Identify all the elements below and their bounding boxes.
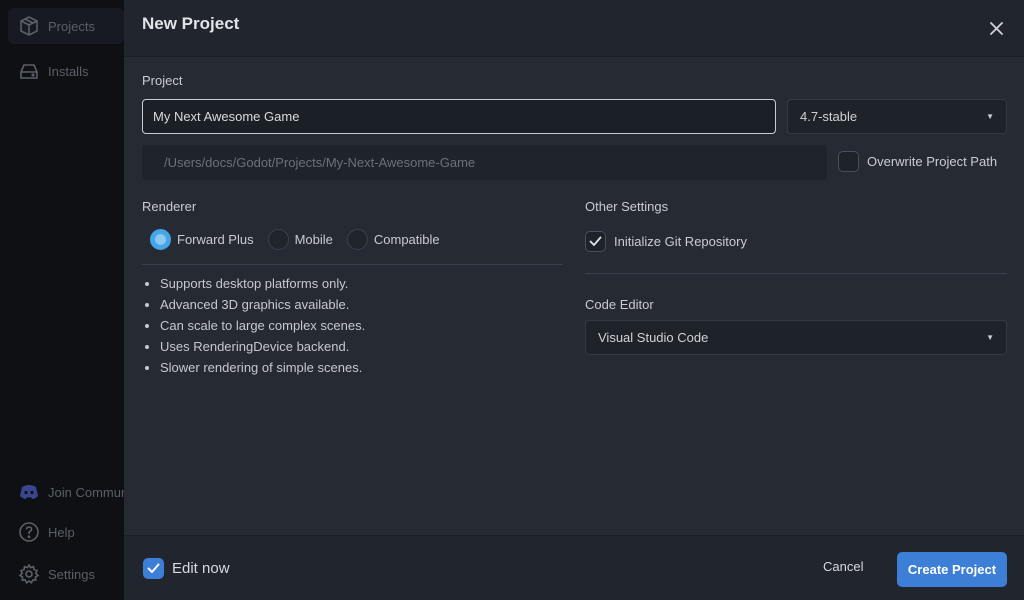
init-git-label: Initialize Git Repository (614, 234, 747, 249)
renderer-radio-group: Forward Plus Mobile Compatible (150, 229, 454, 250)
overwrite-path-label: Overwrite Project Path (867, 154, 998, 169)
version-dropdown[interactable]: 4.7-stable ▼ (787, 99, 1007, 134)
sidebar-item-label: Settings (48, 566, 95, 582)
version-value: 4.7-stable (800, 109, 858, 124)
renderer-forward-plus[interactable]: Forward Plus (150, 229, 254, 250)
sidebar: Projects Installs Join Community Help Se… (0, 0, 124, 600)
list-item: Slower rendering of simple scenes. (144, 357, 365, 378)
edit-now-label: Edit now (172, 560, 230, 577)
code-editor-dropdown[interactable]: Visual Studio Code ▼ (585, 320, 1007, 355)
dialog-footer: Edit now Cancel Create Project (124, 535, 1024, 600)
project-name-input[interactable] (142, 99, 776, 134)
gear-icon (18, 563, 40, 585)
renderer-mobile[interactable]: Mobile (267, 229, 333, 250)
create-project-button[interactable]: Create Project (897, 552, 1007, 587)
sidebar-item-help[interactable]: Help (8, 514, 124, 550)
checkbox-box[interactable] (585, 231, 606, 252)
sidebar-item-projects[interactable]: Projects (8, 8, 124, 44)
sidebar-item-settings[interactable]: Settings (8, 556, 124, 592)
sidebar-item-label: Help (48, 524, 75, 540)
renderer-compatible[interactable]: Compatible (346, 229, 440, 250)
radio-button[interactable] (346, 229, 368, 250)
drive-icon (20, 64, 38, 79)
checkmark-icon (147, 563, 160, 573)
renderer-notes-list: Supports desktop platforms only. Advance… (144, 273, 365, 378)
project-path-input[interactable] (142, 145, 827, 180)
checkbox-box[interactable] (838, 151, 859, 172)
dialog-title: New Project (142, 14, 240, 33)
radio-button-selected[interactable] (150, 229, 171, 250)
renderer-option-label: Mobile (294, 232, 333, 247)
edit-now-checkbox[interactable]: Edit now (143, 558, 230, 579)
chevron-down-icon: ▼ (986, 112, 994, 121)
renderer-label: Renderer (142, 199, 197, 214)
sidebar-item-label: Projects (48, 18, 95, 34)
init-git-checkbox[interactable]: Initialize Git Repository (585, 231, 747, 252)
list-item: Advanced 3D graphics available. (144, 294, 365, 315)
code-editor-value: Visual Studio Code (598, 330, 709, 345)
cancel-button[interactable]: Cancel (823, 559, 863, 574)
chevron-down-icon: ▼ (986, 333, 994, 342)
project-label: Project (142, 73, 183, 88)
close-icon (989, 21, 1003, 35)
sidebar-item-community[interactable]: Join Community (8, 474, 124, 510)
close-button[interactable] (986, 18, 1006, 38)
dialog-header: New Project (124, 0, 1024, 57)
code-editor-label: Code Editor (585, 297, 654, 312)
sidebar-item-installs[interactable]: Installs (8, 53, 124, 89)
sidebar-item-label: Join Community (48, 484, 124, 500)
sidebar-item-label: Installs (48, 63, 89, 79)
settings-divider (585, 273, 1007, 274)
list-item: Supports desktop platforms only. (144, 273, 365, 294)
help-icon (19, 522, 39, 542)
renderer-divider (142, 264, 563, 265)
renderer-option-label: Forward Plus (177, 232, 254, 247)
radio-button[interactable] (267, 229, 289, 250)
new-project-dialog: New Project Project 4.7-stable ▼ Overwri… (124, 0, 1024, 600)
renderer-option-label: Compatible (373, 232, 440, 247)
list-item: Can scale to large complex scenes. (144, 315, 365, 336)
checkmark-icon (589, 236, 602, 246)
checkbox-box[interactable] (143, 558, 164, 579)
other-settings-label: Other Settings (585, 199, 669, 214)
discord-icon (20, 485, 38, 499)
list-item: Uses RenderingDevice backend. (144, 336, 365, 357)
overwrite-path-checkbox[interactable]: Overwrite Project Path (838, 151, 997, 172)
box-icon (20, 16, 38, 36)
